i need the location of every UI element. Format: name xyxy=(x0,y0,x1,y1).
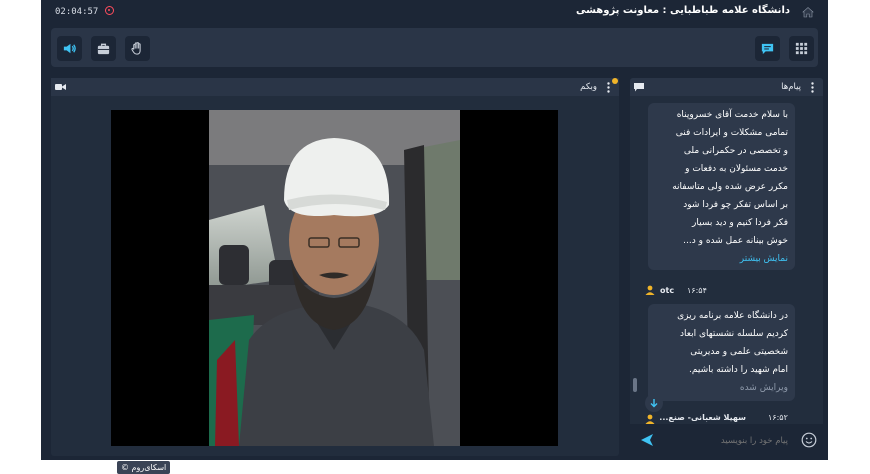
files-button[interactable] xyxy=(91,36,116,61)
speaker-video-image xyxy=(209,110,460,446)
webcam-panel: وبکم xyxy=(51,78,619,474)
raise-hand-button[interactable] xyxy=(125,36,150,61)
session-timer: 02:04:57 xyxy=(55,7,99,17)
chat-panel: پیام‌ها با سلام خدمت آقای خسروپناه تمامی… xyxy=(630,78,823,456)
notification-dot xyxy=(612,78,618,84)
chat-panel-title: پیام‌ها xyxy=(781,82,801,92)
hand-icon xyxy=(131,42,141,55)
scroll-to-bottom-button[interactable] xyxy=(645,394,663,412)
message-line: فکر فردا کنیم و دید بسیار xyxy=(692,218,788,228)
chat-message-input[interactable] xyxy=(660,430,790,452)
home-icon[interactable] xyxy=(802,6,814,18)
more-vertical-icon[interactable] xyxy=(607,82,610,93)
message-line: در دانشگاه علامه برنامه ریزی xyxy=(677,311,788,321)
webcam-panel-header: وبکم xyxy=(51,78,619,96)
room-title: دانشگاه علامه طباطبایی : معاونت پژوهشی xyxy=(576,5,790,16)
arrow-down-icon xyxy=(650,399,658,408)
edited-label: ویرایش شده xyxy=(739,383,788,393)
skyroom-watermark: اسکای‌روم © xyxy=(117,461,171,474)
chat-input-bar xyxy=(630,424,823,456)
chat-panel-header: پیام‌ها xyxy=(630,78,823,96)
message-sender: سهیلا شعبانی- صنع... xyxy=(660,413,746,422)
message-line: خدمت مسئولان به دفعات و xyxy=(685,164,788,174)
message-line: امام شهید را داشته باشیم. xyxy=(689,365,788,375)
user-icon xyxy=(645,285,655,295)
chat-icon xyxy=(634,83,644,92)
message-time: ۱۶:۵۲ xyxy=(768,413,788,422)
more-vertical-icon[interactable] xyxy=(811,82,814,93)
grid-icon xyxy=(795,42,808,55)
main-toolbar xyxy=(51,28,818,67)
record-icon[interactable] xyxy=(105,6,114,15)
message-line: کردیم سلسله نشستهای ابعاد xyxy=(680,329,788,339)
show-more-link[interactable]: نمایش بیشتر xyxy=(655,250,788,268)
top-bar: 02:04:57 دانشگاه علامه طباطبایی : معاونت… xyxy=(41,0,828,25)
speaker-button[interactable] xyxy=(57,36,82,61)
message-time: ۱۶:۵۴ xyxy=(687,286,707,295)
chat-icon xyxy=(761,43,774,55)
app-window: 02:04:57 دانشگاه علامه طباطبایی : معاونت… xyxy=(41,0,828,474)
chat-toggle-button[interactable] xyxy=(755,36,780,61)
apps-grid-button[interactable] xyxy=(789,36,814,61)
message-line: با سلام خدمت آقای خسروپناه xyxy=(676,110,788,120)
camera-icon xyxy=(55,84,66,90)
webcam-panel-title: وبکم xyxy=(580,82,597,92)
message-line: خوش بینانه عمل شده و د... xyxy=(683,236,788,246)
speaker-video-frame xyxy=(209,110,460,446)
chat-message: با سلام خدمت آقای خسروپناه تمامی مشکلات … xyxy=(648,103,795,270)
user-icon xyxy=(645,414,655,424)
briefcase-icon xyxy=(97,43,110,55)
message-line: شخصیتی علمی و مدیریتی xyxy=(690,347,788,357)
message-line: بر اساس تفکر چو فردا شود xyxy=(683,200,788,210)
message-line: مکرر عرض شده ولی متاسفانه xyxy=(672,182,788,192)
message-line: و تخصصی در حکمرانی ملی xyxy=(683,146,788,156)
speaker-icon xyxy=(63,43,76,54)
message-sender: otc xyxy=(660,286,675,295)
chat-scrollbar[interactable] xyxy=(633,378,637,392)
chat-message: در دانشگاه علامه برنامه ریزی کردیم سلسله… xyxy=(648,304,795,401)
emoji-icon[interactable] xyxy=(801,432,817,448)
send-icon[interactable] xyxy=(640,433,654,447)
message-line: تمامی مشکلات و ایرادات فنی xyxy=(675,128,788,138)
video-stream[interactable]: اسکای‌روم © xyxy=(111,110,558,474)
